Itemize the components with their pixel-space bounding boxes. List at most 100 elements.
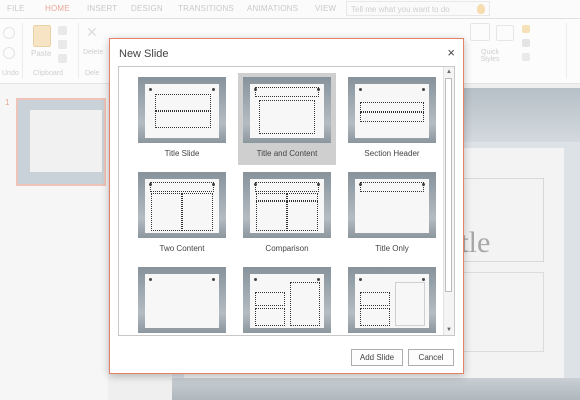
pin-icon [422, 88, 425, 91]
redo-icon[interactable] [3, 47, 15, 59]
layout-label: Title Slide [164, 149, 200, 158]
format-painter-icon[interactable] [58, 54, 67, 63]
paste-label: Paste [31, 49, 52, 58]
delete-icon[interactable]: ✕ [86, 25, 100, 39]
layout-paper [355, 274, 429, 328]
ribbon-separator [22, 23, 23, 79]
layout-paper [250, 274, 324, 328]
new-slide-dialog: New Slide × Title Slide Title and Conten… [109, 38, 464, 374]
pin-icon [422, 278, 425, 281]
undo-group-label: Undo [2, 70, 19, 77]
tab-transitions[interactable]: TRANSITIONS [178, 4, 234, 13]
layout-thumbnail [348, 267, 436, 333]
layout-label: Title and Content [256, 149, 318, 158]
layout-content-with-caption[interactable] [238, 263, 336, 335]
caption-text-box [360, 308, 390, 326]
tab-view[interactable]: VIEW [315, 4, 336, 13]
title-box [360, 182, 424, 192]
tab-file[interactable]: FILE [7, 4, 25, 13]
dialog-title: New Slide [119, 48, 169, 60]
layout-label: Two Content [159, 244, 205, 253]
tell-me-placeholder: Tell me what you want to do [351, 5, 450, 14]
subtitle-box [155, 111, 211, 128]
tab-home[interactable]: HOME [45, 4, 70, 13]
ribbon-tab-bar: FILE HOME INSERT DESIGN TRANSITIONS ANIM… [0, 0, 580, 19]
shape-outline-icon[interactable] [522, 39, 530, 47]
layout-blank[interactable] [133, 263, 231, 335]
text-box [360, 112, 424, 122]
layout-paper [145, 179, 219, 233]
layout-thumbnail [243, 77, 331, 143]
layout-paper [145, 84, 219, 138]
delete-group-label: Dele [85, 70, 100, 77]
left-content-box [256, 201, 287, 231]
caption-title-box [360, 292, 390, 306]
tab-animations[interactable]: ANIMATIONS [247, 4, 298, 13]
add-slide-button[interactable]: Add Slide [351, 349, 403, 366]
layout-label: Title Only [375, 244, 409, 253]
cancel-button[interactable]: Cancel [408, 349, 454, 366]
scroll-down-arrow-icon[interactable]: ▼ [445, 326, 453, 334]
shapes-icon[interactable] [470, 23, 490, 41]
layout-picture-with-caption[interactable] [343, 263, 441, 335]
layout-thumbnail [138, 77, 226, 143]
pin-icon [359, 278, 362, 281]
pin-icon [254, 278, 257, 281]
tab-design[interactable]: DESIGN [131, 4, 163, 13]
layout-comparison[interactable]: Comparison [238, 168, 336, 260]
title-box [255, 87, 319, 97]
scroll-up-arrow-icon[interactable]: ▲ [445, 68, 453, 76]
clipboard-group-label: Clipboard [33, 70, 63, 77]
pin-icon [212, 88, 215, 91]
layout-label: Comparison [265, 244, 309, 253]
gallery-scrollbar[interactable]: ▲ ▼ [443, 67, 454, 335]
layout-thumbnail [348, 172, 436, 238]
layout-gallery: Title Slide Title and Content Section He… [118, 66, 455, 336]
title-box [155, 94, 211, 111]
layout-section-header[interactable]: Section Header [343, 73, 441, 165]
right-heading-box [287, 193, 318, 201]
layout-thumbnail [243, 267, 331, 333]
layout-paper [250, 84, 324, 138]
shape-effects-icon[interactable] [522, 53, 530, 61]
cut-icon[interactable] [58, 26, 67, 35]
layout-paper [145, 274, 219, 328]
layout-title-only[interactable]: Title Only [343, 168, 441, 260]
copy-icon[interactable] [58, 40, 67, 49]
layout-thumbnail [348, 77, 436, 143]
layout-thumbnail [138, 172, 226, 238]
layout-paper [250, 179, 324, 233]
left-content-box [151, 193, 182, 231]
shape-fill-icon[interactable] [522, 25, 530, 33]
layout-two-content[interactable]: Two Content [133, 168, 231, 260]
paste-icon[interactable] [33, 25, 51, 47]
layout-label: Section Header [364, 149, 420, 158]
undo-icon[interactable] [3, 27, 15, 39]
layout-paper [355, 179, 429, 233]
pin-icon [149, 278, 152, 281]
delete-label: Delete [83, 49, 104, 56]
layout-paper [355, 84, 429, 138]
layout-title-slide[interactable]: Title Slide [133, 73, 231, 165]
quick-styles-label: Quick Styles [480, 49, 500, 63]
quick-styles-icon[interactable] [496, 25, 514, 41]
caption-text-box [255, 308, 285, 326]
right-content-box [287, 201, 318, 231]
layout-title-and-content[interactable]: Title and Content [238, 73, 336, 165]
scrollbar-thumb[interactable] [445, 78, 452, 292]
slide-number: 1 [5, 98, 10, 107]
caption-title-box [255, 292, 285, 306]
layout-thumbnail [138, 267, 226, 333]
content-box [259, 100, 315, 134]
slide-bottom-band [172, 378, 580, 400]
layout-thumbnail [243, 172, 331, 238]
pin-icon [149, 88, 152, 91]
tell-me-search[interactable]: Tell me what you want to do [346, 1, 490, 16]
pin-icon [212, 278, 215, 281]
ribbon-separator [566, 23, 567, 79]
close-icon[interactable]: × [447, 45, 455, 60]
slide-thumbnail-body [30, 110, 102, 172]
slide-thumbnail[interactable] [16, 98, 106, 186]
title-box [360, 102, 424, 112]
tab-insert[interactable]: INSERT [87, 4, 117, 13]
